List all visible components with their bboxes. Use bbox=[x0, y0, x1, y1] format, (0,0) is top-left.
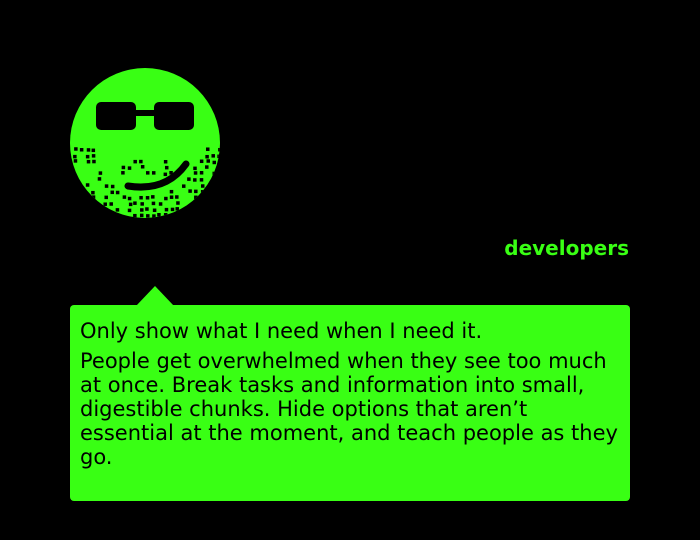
stubble-dot bbox=[169, 171, 173, 175]
sunglasses-smiley-icon bbox=[70, 68, 220, 218]
stubble-dot bbox=[163, 172, 168, 177]
stubble-dot bbox=[91, 190, 95, 195]
stubble-dot bbox=[169, 189, 174, 194]
stubble-dot bbox=[211, 154, 215, 158]
stubble-dot bbox=[164, 196, 168, 201]
stubble-dot bbox=[140, 165, 145, 169]
stubble-dot bbox=[133, 201, 137, 205]
stubble-dot bbox=[188, 189, 192, 193]
stubble-dot bbox=[200, 190, 205, 194]
stubble-dot bbox=[199, 171, 204, 175]
stubble-dot bbox=[151, 195, 155, 199]
stubble-dot bbox=[91, 154, 96, 158]
stubble-dot bbox=[175, 207, 179, 211]
stubble-dot bbox=[175, 195, 179, 199]
stubble-dot bbox=[79, 148, 84, 152]
stubble-dot bbox=[92, 159, 96, 164]
stubble-dot bbox=[109, 202, 113, 206]
stubble-dot bbox=[139, 159, 143, 164]
stubble-dot bbox=[193, 166, 197, 171]
stubble-dot bbox=[91, 195, 96, 199]
stubble-dot bbox=[194, 189, 198, 194]
speech-bubble: Only show what I need when I need it. Pe… bbox=[70, 305, 630, 501]
stubble-dot bbox=[115, 190, 120, 195]
stubble-dot bbox=[157, 213, 161, 217]
stubble-dot bbox=[104, 195, 108, 200]
stubble-dot bbox=[104, 184, 109, 188]
stubble-dot bbox=[163, 213, 168, 217]
stubble-dot bbox=[121, 171, 125, 175]
stubble-dot bbox=[86, 159, 91, 164]
stubble-dot bbox=[164, 165, 169, 170]
stubble-dot bbox=[85, 183, 90, 187]
stubble-dot bbox=[205, 154, 209, 159]
stubble-dot bbox=[206, 159, 210, 163]
stubble-dot bbox=[127, 166, 132, 170]
stubble-dot bbox=[140, 208, 144, 212]
stubble-dot bbox=[121, 165, 126, 170]
stubble-dot bbox=[151, 201, 156, 206]
stubble-dot bbox=[122, 195, 127, 199]
speech-bubble-pointer bbox=[136, 286, 174, 306]
stubble-dot bbox=[85, 154, 90, 159]
stubble-dot bbox=[194, 195, 198, 200]
stubble-dot bbox=[103, 202, 107, 206]
stubble-dot bbox=[140, 202, 144, 206]
stubble-dot bbox=[176, 201, 180, 205]
stubble-dot bbox=[128, 202, 133, 207]
stubble-dot bbox=[193, 178, 197, 182]
stubble-dot bbox=[133, 159, 137, 164]
stubble-dot bbox=[205, 165, 209, 169]
stubble-dot bbox=[212, 171, 216, 176]
stubble-dot bbox=[145, 196, 150, 200]
stubble-dot bbox=[217, 154, 220, 159]
stubble-dot bbox=[91, 148, 96, 153]
stubble-dot bbox=[74, 147, 78, 151]
stubble-dot bbox=[139, 195, 143, 200]
stubble-dot bbox=[152, 214, 156, 218]
stubble-dot bbox=[146, 214, 150, 218]
stubble-dot bbox=[127, 196, 132, 201]
stubble-dot bbox=[169, 195, 174, 199]
bubble-heading: Only show what I need when I need it. bbox=[80, 319, 483, 343]
stubble-dot bbox=[170, 207, 175, 212]
stubble-dot bbox=[200, 184, 205, 188]
stubble-dot bbox=[151, 171, 156, 175]
stubble-dot bbox=[152, 208, 157, 213]
stubble-dot bbox=[199, 159, 204, 164]
stubble-dot bbox=[145, 171, 150, 175]
stubble-dot bbox=[133, 213, 137, 218]
stubble-dot bbox=[73, 159, 78, 163]
stubble-dot bbox=[163, 159, 168, 164]
stubble-dot bbox=[86, 148, 91, 152]
stubble-dot bbox=[98, 171, 103, 175]
stubble-dot bbox=[127, 208, 132, 213]
stubble-dot bbox=[199, 178, 204, 182]
stubble-dot bbox=[193, 171, 198, 175]
stubble-dot bbox=[139, 213, 144, 218]
stubble-dot bbox=[205, 147, 210, 151]
stubble-dot bbox=[110, 190, 115, 195]
stubble-dot bbox=[97, 177, 102, 181]
stubble-dot bbox=[115, 208, 120, 212]
stubble-dot bbox=[158, 202, 163, 206]
stubble-dot bbox=[110, 184, 115, 189]
stubble-dot bbox=[218, 147, 220, 152]
stubble-dot bbox=[73, 154, 77, 159]
stubble-dot bbox=[145, 207, 149, 211]
stubble-dot bbox=[181, 184, 186, 188]
stubble-dot bbox=[181, 208, 186, 213]
stubble-dot bbox=[212, 160, 217, 165]
stubble-dot bbox=[187, 177, 191, 181]
bubble-body: People get overwhelmed when they see too… bbox=[80, 349, 618, 469]
stubble-dot bbox=[164, 207, 169, 212]
audience-tag: developers bbox=[504, 236, 629, 260]
